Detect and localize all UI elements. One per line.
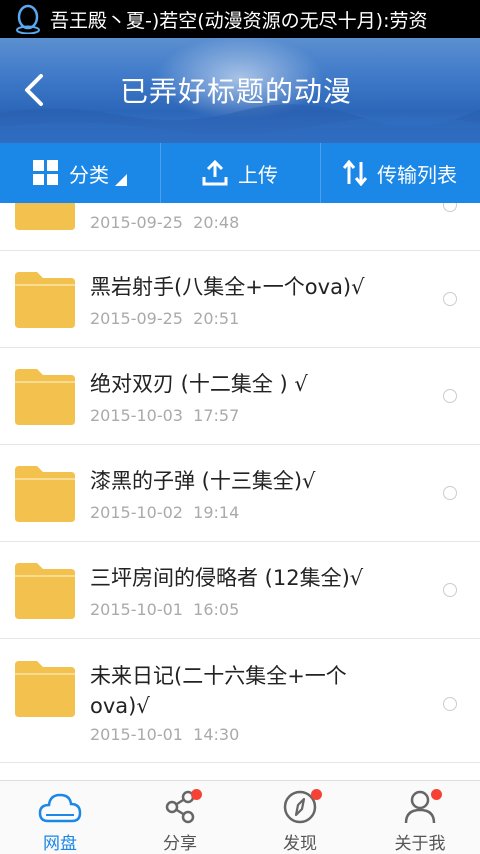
transfer-list-button[interactable]: 传输列表 [320, 143, 480, 203]
folder-icon [15, 272, 75, 328]
nav-label: 关于我 [394, 834, 446, 854]
qq-icon [14, 4, 42, 35]
select-radio[interactable] [443, 583, 457, 597]
back-arrow-icon [25, 74, 43, 106]
nav-item-share[interactable]: 分享 [120, 781, 240, 854]
nav-label: 发现 [283, 834, 317, 854]
nav-item-discover[interactable]: 发现 [240, 781, 360, 854]
list-item[interactable]: 黑岩射手(八集全+一个ova)√ 2015-09-25 20:51 [0, 251, 480, 348]
notification-text: 吾王殿丶夏-)若空(动漫资源の无尽十月):劳资 [50, 9, 428, 32]
upload-icon [202, 160, 228, 186]
folder-icon [15, 203, 75, 230]
nav-item-about-me[interactable]: 关于我 [360, 781, 480, 854]
file-date: 2015-10-01 14:30 [90, 725, 240, 744]
header: 已弄好标题的动漫 [0, 38, 480, 143]
file-name: 三坪房间的侵略者 (12集全)√ [90, 566, 364, 590]
nav-label: 分享 [163, 834, 197, 854]
screen: 吾王殿丶夏-)若空(动漫资源の无尽十月):劳资 已弄好标题的动漫 分类 上传 传… [0, 0, 480, 854]
list-item[interactable]: 三坪房间的侵略者 (12集全)√ 2015-10-01 16:05 [0, 542, 480, 639]
notification-badge [431, 789, 442, 800]
bottom-nav: 网盘 分享 发现 关于我 [0, 780, 480, 854]
select-radio[interactable] [443, 203, 457, 212]
list-item[interactable]: 绝对双刃 (十二集全 ) √ 2015-10-03 17:57 [0, 348, 480, 445]
notification-badge [311, 789, 322, 800]
transfer-arrows-icon [343, 160, 367, 186]
page-title: 已弄好标题的动漫 [120, 75, 353, 108]
upload-label: 上传 [238, 162, 278, 187]
cloud-icon [38, 789, 82, 825]
select-radio[interactable] [443, 292, 457, 306]
dropdown-caret-icon [115, 174, 127, 186]
list-item[interactable]: 漆黑的子弹 (十三集全)√ 2015-10-02 19:14 [0, 445, 480, 542]
file-list: 2015-09-25 20:48 黑岩射手(八集全+一个ova)√ 2015-0… [0, 203, 480, 780]
file-date: 2015-10-02 19:14 [90, 503, 240, 522]
select-radio[interactable] [443, 389, 457, 403]
file-date: 2015-10-03 17:57 [90, 406, 240, 425]
share-icon [158, 789, 202, 825]
folder-icon [15, 661, 75, 717]
file-name: 黑岩射手(八集全+一个ova)√ [90, 275, 365, 299]
category-button[interactable]: 分类 [0, 143, 160, 203]
folder-icon [15, 369, 75, 425]
select-radio[interactable] [443, 697, 457, 711]
category-label: 分类 [69, 162, 109, 187]
file-name: 未来日记(二十六集全+一个ova)√ [90, 664, 347, 718]
transfer-list-label: 传输列表 [377, 162, 457, 187]
notification-badge [191, 789, 202, 800]
status-bar: 吾王殿丶夏-)若空(动漫资源の无尽十月):劳资 [0, 0, 480, 38]
upload-button[interactable]: 上传 [160, 143, 320, 203]
folder-icon [15, 563, 75, 619]
grid-icon [33, 160, 58, 185]
compass-icon [278, 789, 322, 825]
file-date: 2015-09-25 20:48 [90, 213, 240, 232]
person-icon [398, 789, 442, 825]
folder-icon [15, 466, 75, 522]
toolbar: 分类 上传 传输列表 [0, 143, 480, 203]
file-name: 绝对双刃 (十二集全 ) √ [90, 372, 308, 396]
file-name: 漆黑的子弹 (十三集全)√ [90, 469, 316, 493]
nav-item-cloud-drive[interactable]: 网盘 [0, 781, 120, 854]
file-date: 2015-10-01 16:05 [90, 600, 240, 619]
file-date: 2015-09-25 20:51 [90, 309, 240, 328]
select-radio[interactable] [443, 486, 457, 500]
list-item[interactable]: 2015-09-25 20:48 [0, 203, 480, 251]
nav-label: 网盘 [43, 834, 77, 854]
list-item[interactable]: 未来日记(二十六集全+一个ova)√ 2015-10-01 14:30 [0, 639, 480, 763]
back-button[interactable] [14, 68, 54, 112]
